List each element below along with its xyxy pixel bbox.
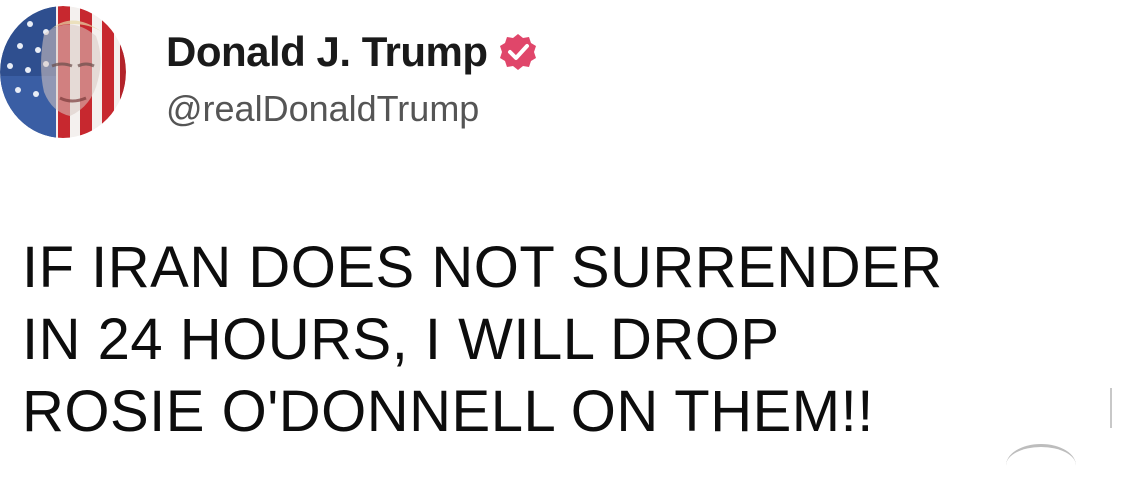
name-row: Donald J. Trump [166,24,538,80]
verified-badge-icon [498,32,538,72]
avatar[interactable] [0,6,126,138]
scroll-indicator [1110,388,1112,428]
post-text-line: ROSIE O'DONNELL ON THEM!! [22,379,874,444]
post-text-line: IN 24 HOURS, I WILL DROP [22,307,780,372]
post-header: Donald J. Trump @realDonaldTrump [0,0,700,150]
post-text-line: IF IRAN DOES NOT SURRENDER [22,235,943,300]
post-text: IF IRAN DOES NOT SURRENDER IN 24 HOURS, … [22,232,1112,448]
partial-ui-element [1006,444,1076,487]
user-handle[interactable]: @realDonaldTrump [166,88,479,130]
display-name[interactable]: Donald J. Trump [166,28,488,76]
flag-face-avatar-icon [0,6,126,138]
post-card: Donald J. Trump @realDonaldTrump IF IRAN… [0,0,1125,456]
